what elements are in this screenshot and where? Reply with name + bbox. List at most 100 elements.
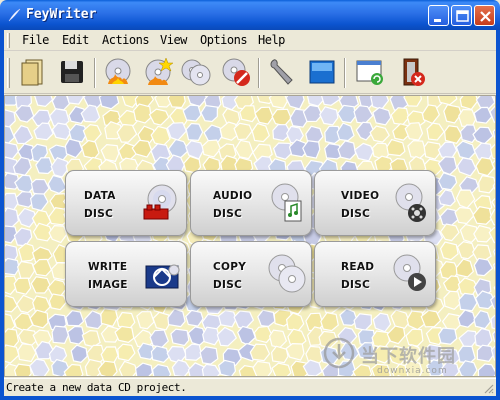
- mosaic-tile: [443, 125, 463, 144]
- card-label: AUDIO DISC: [213, 190, 253, 220]
- mosaic-tile: [473, 257, 494, 277]
- mosaic-tile: [439, 241, 459, 261]
- menubar-grip[interactable]: [7, 33, 10, 48]
- mosaic-tile: [268, 329, 288, 349]
- mosaic-tile: [167, 96, 186, 109]
- mosaic-tile: [443, 104, 462, 124]
- copy-disc-icon: [268, 254, 306, 293]
- settings-wrench-icon: [270, 59, 293, 85]
- mosaic-tile: [167, 138, 190, 159]
- mosaic-tile: [336, 122, 355, 142]
- close-button[interactable]: [474, 5, 495, 26]
- main-panel: DATA DISC AUDIO DISC VIDEO DISC WRITE IM…: [4, 95, 496, 377]
- menu-view[interactable]: View: [160, 33, 187, 47]
- mosaic-tile: [64, 138, 83, 159]
- mosaic-tile: [372, 106, 392, 126]
- mosaic-tile: [237, 325, 256, 346]
- copy-disc-button[interactable]: COPY DISC: [190, 241, 312, 307]
- mosaic-tile: [426, 122, 445, 141]
- mosaic-tile: [150, 125, 171, 147]
- copy-disc-toolbar-button[interactable]: [180, 56, 212, 88]
- mosaic-tile: [185, 122, 204, 142]
- audio-disc-icon: [271, 183, 302, 222]
- burn-disc-button[interactable]: [102, 56, 134, 88]
- mosaic-tile: [82, 123, 102, 143]
- status-bar: Create a new data CD project.: [4, 378, 496, 396]
- read-disc-button[interactable]: READ DISC: [314, 241, 436, 307]
- feather-icon: [6, 7, 22, 23]
- mosaic-tile: [254, 106, 274, 125]
- toolbar-separator: [94, 58, 96, 88]
- mosaic-tile: [473, 106, 493, 124]
- card-label: COPY DISC: [213, 261, 247, 291]
- mosaic-tile: [458, 292, 478, 312]
- menu-file[interactable]: File: [22, 33, 49, 47]
- mosaic-tile: [455, 258, 474, 278]
- mosaic-tile: [29, 309, 49, 329]
- mosaic-tile: [490, 314, 495, 330]
- mosaic-tile: [490, 345, 495, 361]
- mosaic-tile: [321, 96, 341, 106]
- status-text: Create a new data CD project.: [6, 381, 187, 394]
- maximize-button[interactable]: [451, 5, 472, 26]
- mosaic-tile: [166, 122, 188, 141]
- mosaic-tile: [5, 192, 19, 211]
- audio-disc-button[interactable]: AUDIO DISC: [190, 170, 312, 236]
- save-button[interactable]: [56, 56, 88, 88]
- data-disc-button[interactable]: DATA DISC: [65, 170, 187, 236]
- settings-button[interactable]: [266, 56, 298, 88]
- mosaic-tile: [455, 189, 476, 209]
- mosaic-tile: [454, 206, 475, 225]
- menu-edit[interactable]: Edit: [62, 33, 89, 47]
- menu-actions[interactable]: Actions: [102, 33, 150, 47]
- erase-disc-button[interactable]: [220, 56, 252, 88]
- mosaic-tile: [477, 363, 495, 376]
- mosaic-tile: [491, 197, 495, 209]
- erase-disc-icon: [222, 58, 250, 86]
- menu-options[interactable]: Options: [200, 33, 248, 47]
- mosaic-tile: [134, 362, 154, 376]
- mosaic-tile: [386, 138, 406, 157]
- write-image-icon: [145, 264, 180, 289]
- burn-star-button[interactable]: [142, 56, 174, 88]
- minimize-button[interactable]: [428, 5, 449, 26]
- mosaic-tile: [439, 223, 460, 242]
- card-label: DATA DISC: [84, 190, 116, 220]
- mosaic-tile: [65, 310, 85, 327]
- mosaic-tile: [5, 344, 20, 364]
- resize-grip-icon[interactable]: [482, 382, 494, 394]
- mosaic-tile: [148, 108, 170, 126]
- menu-help[interactable]: Help: [258, 33, 285, 47]
- fullscreen-button[interactable]: [306, 56, 338, 88]
- mosaic-tile: [493, 248, 495, 257]
- refresh-window-button[interactable]: [354, 56, 386, 88]
- write-image-button[interactable]: WRITE IMAGE: [65, 241, 187, 307]
- mosaic-tile: [478, 174, 495, 194]
- mosaic-tile: [257, 309, 276, 328]
- mosaic-tile: [51, 96, 71, 111]
- mosaic-tile: [336, 104, 357, 124]
- mosaic-tile: [458, 108, 477, 128]
- mosaic-tile: [489, 143, 495, 160]
- new-project-button[interactable]: [16, 56, 48, 88]
- window-frame-bottom: [0, 396, 500, 400]
- minimize-icon: [434, 19, 441, 22]
- mosaic-tile: [100, 143, 120, 163]
- mosaic-tile: [34, 96, 54, 108]
- mosaic-tile: [471, 244, 492, 261]
- mosaic-tile: [438, 189, 456, 207]
- mosaic-tile: [184, 343, 203, 361]
- card-label: WRITE IMAGE: [88, 261, 128, 291]
- video-disc-button[interactable]: VIDEO DISC: [314, 170, 436, 236]
- exit-button[interactable]: [396, 56, 428, 88]
- toolbar-grip[interactable]: [7, 58, 10, 88]
- mosaic-tile: [472, 206, 493, 225]
- mosaic-tile: [217, 310, 237, 328]
- mosaic-tile: [201, 363, 221, 376]
- title-bar[interactable]: FeyWriter: [0, 0, 500, 30]
- mosaic-tile: [13, 227, 33, 247]
- mosaic-tile: [48, 293, 67, 311]
- mosaic-tile: [320, 312, 339, 332]
- mosaic-tile: [337, 140, 357, 160]
- mosaic-tile: [118, 360, 138, 376]
